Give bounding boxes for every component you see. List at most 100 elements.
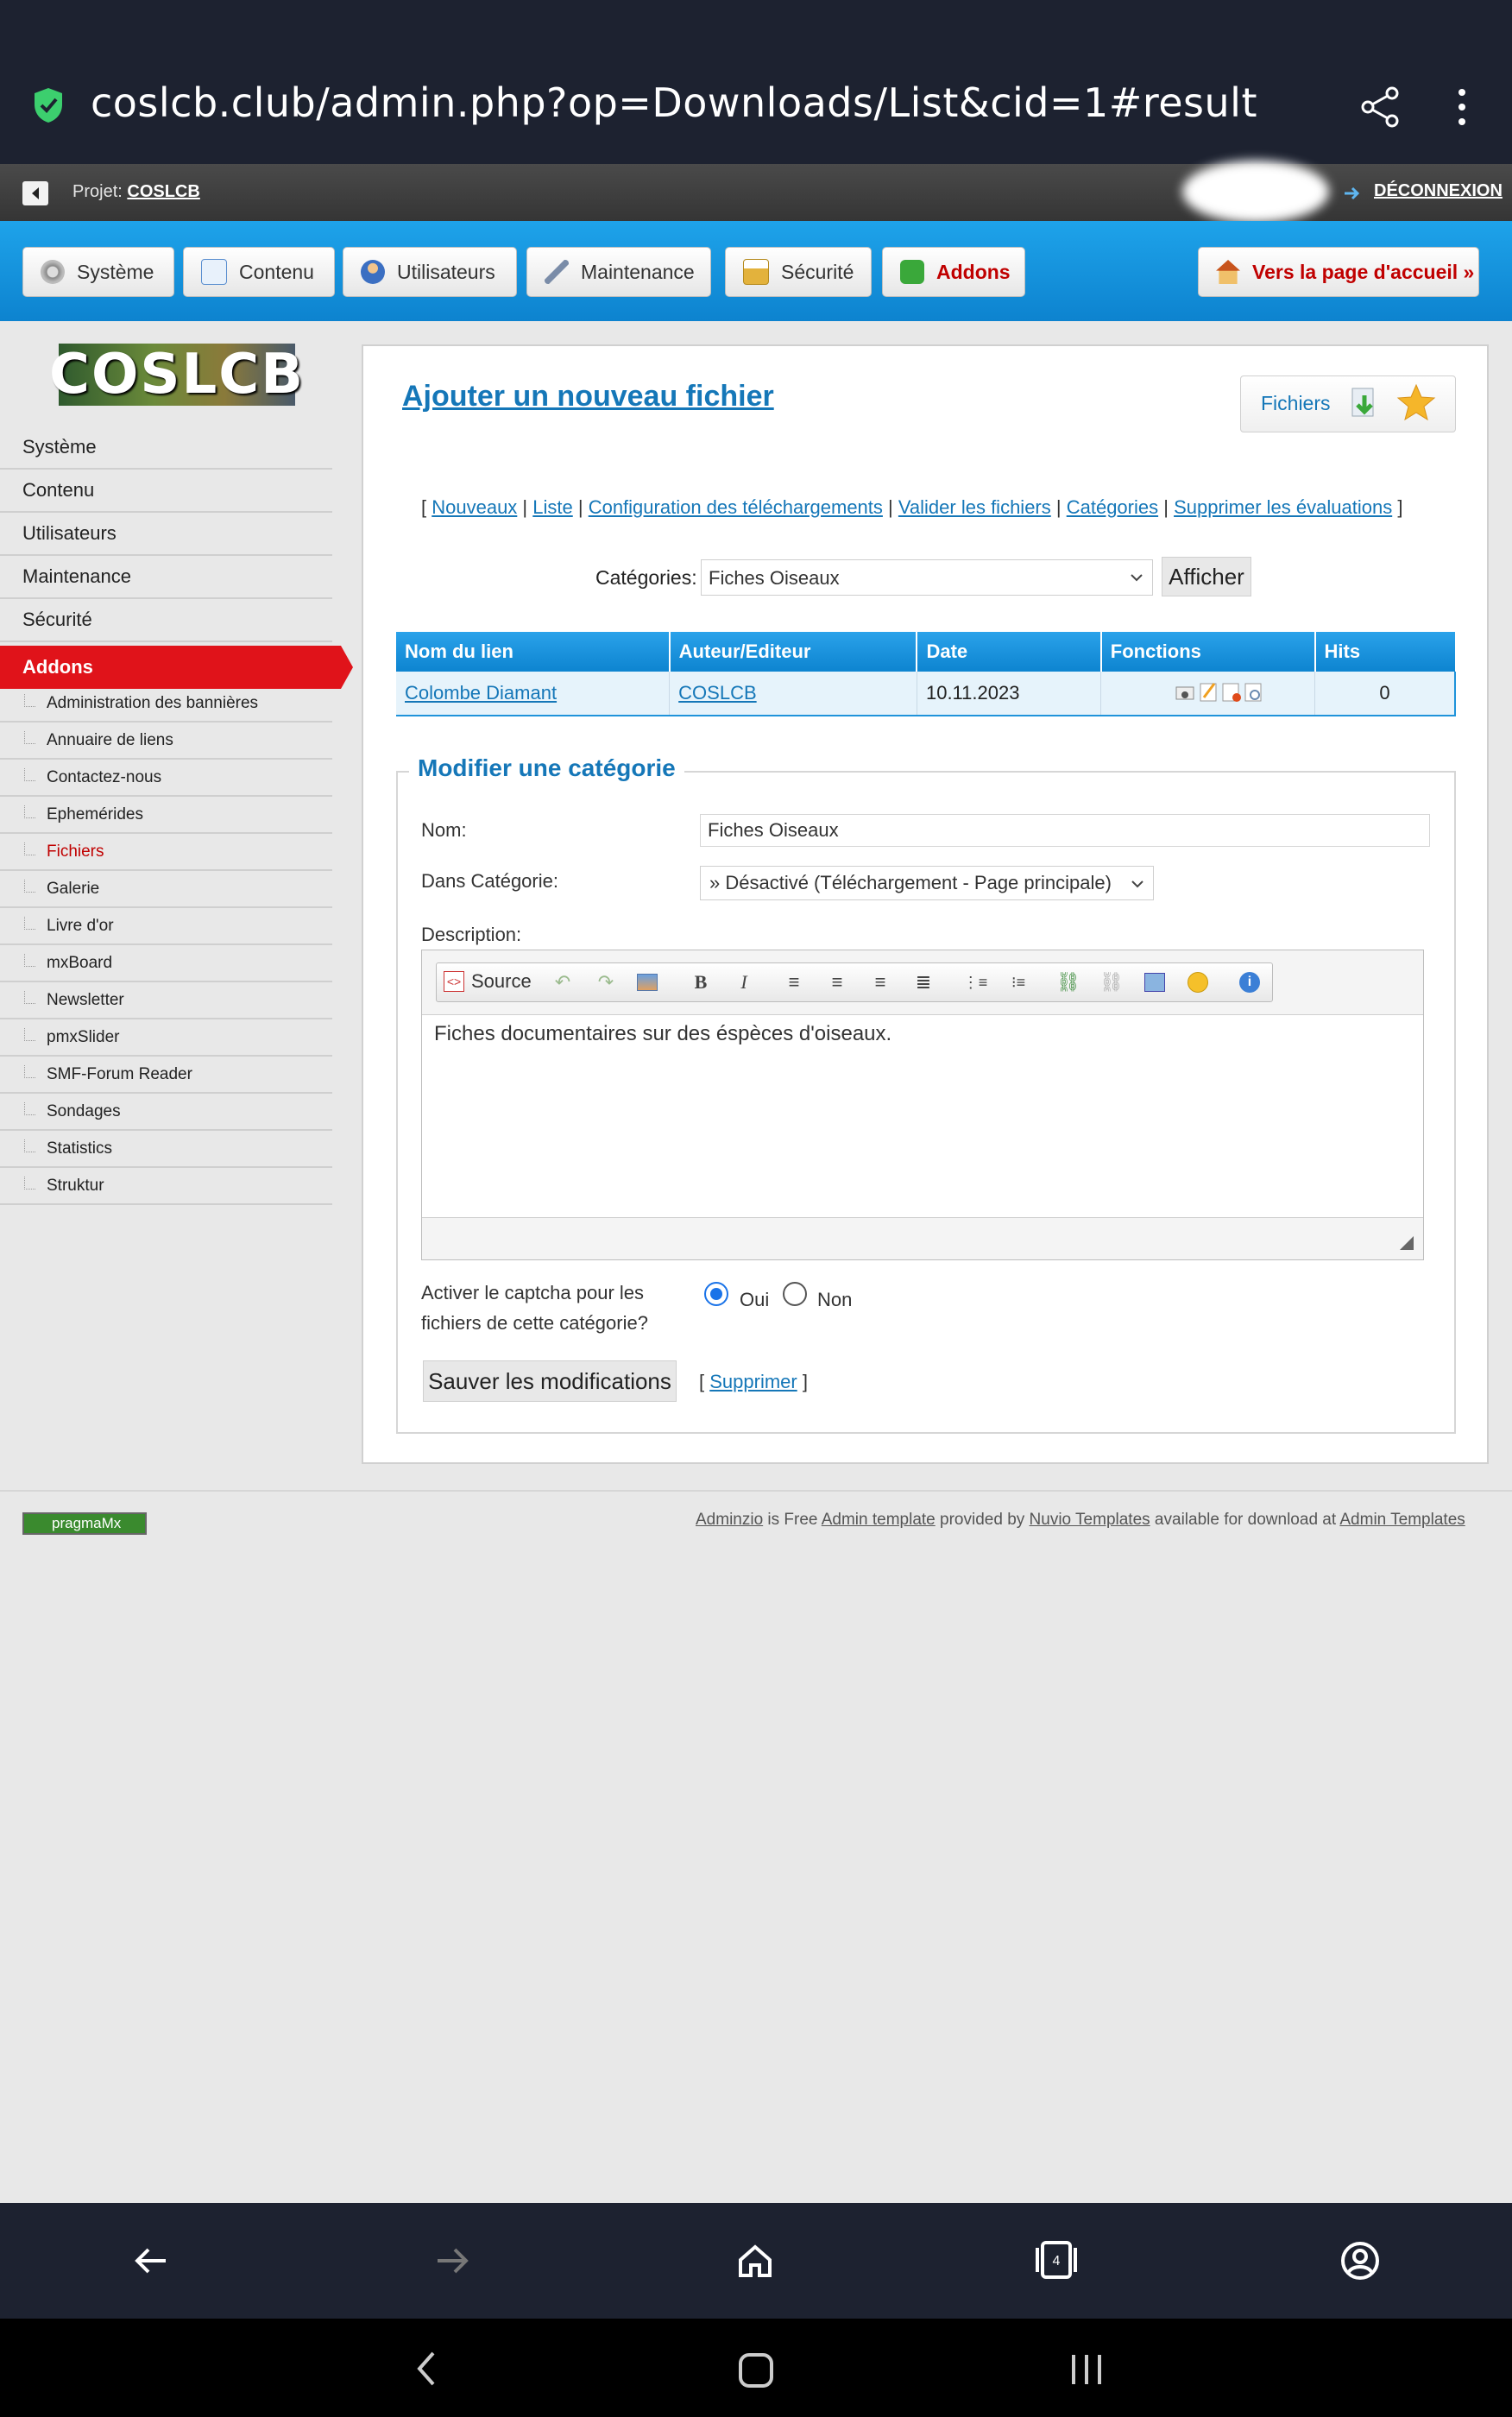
account-icon[interactable] — [1340, 2241, 1380, 2281]
home-page-button[interactable]: Vers la page d'accueil » — [1198, 247, 1479, 297]
sidebar-subitem-bannieres[interactable]: Administration des bannières — [0, 685, 332, 723]
col-auteur-editeur[interactable]: Auteur/Editeur — [669, 632, 918, 672]
chevron-down-icon — [1131, 880, 1143, 888]
sidebar-item-securite[interactable]: Sécurité — [0, 599, 332, 642]
col-date[interactable]: Date — [917, 632, 1102, 672]
editor-resize-handle[interactable] — [1400, 1236, 1414, 1250]
sidebar-subitem-annuaire[interactable]: Annuaire de liens — [0, 723, 332, 760]
smiley-icon[interactable] — [1188, 972, 1208, 993]
sidebar-item-maintenance[interactable]: Maintenance — [0, 556, 332, 599]
home-icon[interactable] — [737, 2243, 773, 2279]
sidebar-subitem-contact[interactable]: Contactez-nous — [0, 760, 332, 797]
sidebar-subitem-statistics[interactable]: Statistics — [0, 1131, 332, 1168]
footer-link-admin-template[interactable]: Admin template — [822, 1511, 936, 1529]
link-icon[interactable]: ⛓ — [1056, 971, 1080, 993]
bullet-list-icon[interactable]: ⁝≡ — [1008, 972, 1029, 993]
star-icon — [1396, 383, 1436, 421]
broken-link-icon[interactable] — [1175, 686, 1194, 700]
link-liste[interactable]: Liste — [532, 496, 572, 518]
tree-connector — [24, 1177, 35, 1190]
logout-link[interactable]: DÉCONNEXION — [1374, 181, 1503, 201]
nav-systeme-button[interactable]: Système — [22, 247, 174, 297]
home-icon — [1216, 260, 1240, 284]
sidebar-subitem-pmxslider[interactable]: pmxSlider — [0, 1019, 332, 1057]
system-back-icon[interactable] — [413, 2350, 438, 2388]
afficher-button[interactable]: Afficher — [1162, 557, 1251, 596]
back-arrow-icon[interactable] — [133, 2243, 169, 2279]
nav-addons-button[interactable]: Addons — [882, 247, 1025, 297]
image-icon[interactable] — [637, 972, 658, 993]
link-config-telechargements[interactable]: Configuration des téléchargements — [589, 496, 883, 518]
save-changes-button[interactable]: Sauver les modifications — [423, 1360, 677, 1402]
footer-link-nuvio[interactable]: Nuvio Templates — [1030, 1511, 1150, 1529]
sidebar-item-systeme[interactable]: Système — [0, 426, 332, 470]
redo-icon[interactable]: ↷ — [595, 971, 616, 993]
delete-icon[interactable] — [1222, 683, 1241, 702]
link-categories[interactable]: Catégories — [1067, 496, 1158, 518]
tree-connector — [24, 842, 35, 855]
sidebar-subitem-sondages[interactable]: Sondages — [0, 1094, 332, 1131]
view-icon[interactable] — [1244, 683, 1262, 702]
nav-securite-button[interactable]: Sécurité — [725, 247, 872, 297]
source-button[interactable]: <> Source — [444, 970, 532, 993]
more-options-icon[interactable] — [1450, 86, 1474, 128]
col-hits[interactable]: Hits — [1314, 632, 1455, 672]
site-logo[interactable]: COSLCB — [49, 343, 303, 407]
footer-link-adminzio[interactable]: Adminzio — [696, 1511, 763, 1529]
edit-icon[interactable] — [1200, 683, 1217, 702]
tabs-icon[interactable]: 4 — [1030, 2239, 1082, 2281]
file-name-link[interactable]: Colombe Diamant — [405, 682, 557, 704]
sidebar-subitem-ephemerides[interactable]: Ephemérides — [0, 797, 332, 834]
captcha-oui-radio[interactable] — [704, 1282, 728, 1306]
lock-icon — [743, 259, 769, 285]
numbered-list-icon[interactable]: ⋮≡ — [963, 972, 988, 993]
description-editor-area[interactable]: Fiches documentaires sur des éspèces d'o… — [422, 1014, 1423, 1218]
collapse-sidebar-button[interactable] — [22, 181, 48, 205]
sidebar-item-utilisateurs[interactable]: Utilisateurs — [0, 513, 332, 556]
insert-image-icon[interactable] — [1144, 972, 1165, 993]
italic-icon[interactable]: I — [734, 971, 754, 993]
address-bar-url[interactable]: coslcb.club/admin.php?op=Downloads/List&… — [91, 79, 1257, 126]
add-new-file-link[interactable]: Ajouter un nouveau fichier — [402, 380, 774, 413]
sidebar-subitem-smf-forum[interactable]: SMF-Forum Reader — [0, 1057, 332, 1094]
link-supprimer-evaluations[interactable]: Supprimer les évaluations — [1174, 496, 1392, 518]
categories-select[interactable]: Fiches Oiseaux — [701, 559, 1153, 596]
project-link[interactable]: COSLCB — [127, 182, 199, 201]
unlink-icon[interactable]: ⛓ — [1099, 971, 1124, 993]
captcha-non-radio[interactable] — [783, 1282, 807, 1306]
delete-category-link[interactable]: Supprimer — [709, 1371, 797, 1392]
sidebar-subitem-mxboard[interactable]: mxBoard — [0, 945, 332, 982]
align-left-icon[interactable]: ≡ — [784, 971, 804, 993]
pragmamx-badge[interactable]: pragmaMx — [22, 1512, 147, 1535]
align-right-icon[interactable]: ≡ — [870, 971, 891, 993]
sidebar-item-contenu[interactable]: Contenu — [0, 470, 332, 513]
footer-link-admin-templates[interactable]: Admin Templates — [1339, 1511, 1465, 1529]
sidebar-subitem-fichiers[interactable]: Fichiers — [0, 834, 332, 871]
chevron-left-icon — [32, 187, 39, 199]
sidebar-subitem-livre-dor[interactable]: Livre d'or — [0, 908, 332, 945]
logout-arrow-icon — [1345, 186, 1360, 200]
sidebar-subitem-galerie[interactable]: Galerie — [0, 871, 332, 908]
align-center-icon[interactable]: ≡ — [827, 971, 847, 993]
sidebar-item-addons[interactable]: Addons — [0, 646, 341, 689]
link-valider-fichiers[interactable]: Valider les fichiers — [898, 496, 1051, 518]
undo-icon[interactable]: ↶ — [552, 971, 573, 993]
forward-arrow-icon[interactable] — [434, 2243, 470, 2279]
bold-icon[interactable]: B — [690, 971, 711, 993]
nav-utilisateurs-button[interactable]: Utilisateurs — [343, 247, 517, 297]
justify-icon[interactable]: ≣ — [913, 971, 934, 993]
info-icon[interactable]: i — [1239, 972, 1260, 993]
link-nouveaux[interactable]: Nouveaux — [432, 496, 517, 518]
sidebar-subitem-struktur[interactable]: Struktur — [0, 1168, 332, 1205]
system-recents-icon[interactable] — [1067, 2350, 1106, 2389]
parent-category-select[interactable]: » Désactivé (Téléchargement - Page princ… — [700, 866, 1154, 900]
nav-contenu-button[interactable]: Contenu — [183, 247, 335, 297]
sidebar-subitem-newsletter[interactable]: Newsletter — [0, 982, 332, 1019]
nav-maintenance-button[interactable]: Maintenance — [526, 247, 711, 297]
nom-field[interactable]: Fiches Oiseaux — [700, 814, 1430, 847]
file-author-link[interactable]: COSLCB — [678, 682, 756, 704]
table-header-row: Nom du lien Auteur/Editeur Date Fonction… — [396, 632, 1455, 672]
system-home-icon[interactable] — [737, 2351, 775, 2389]
share-icon[interactable] — [1359, 86, 1401, 128]
col-nom-du-lien[interactable]: Nom du lien — [396, 632, 671, 672]
